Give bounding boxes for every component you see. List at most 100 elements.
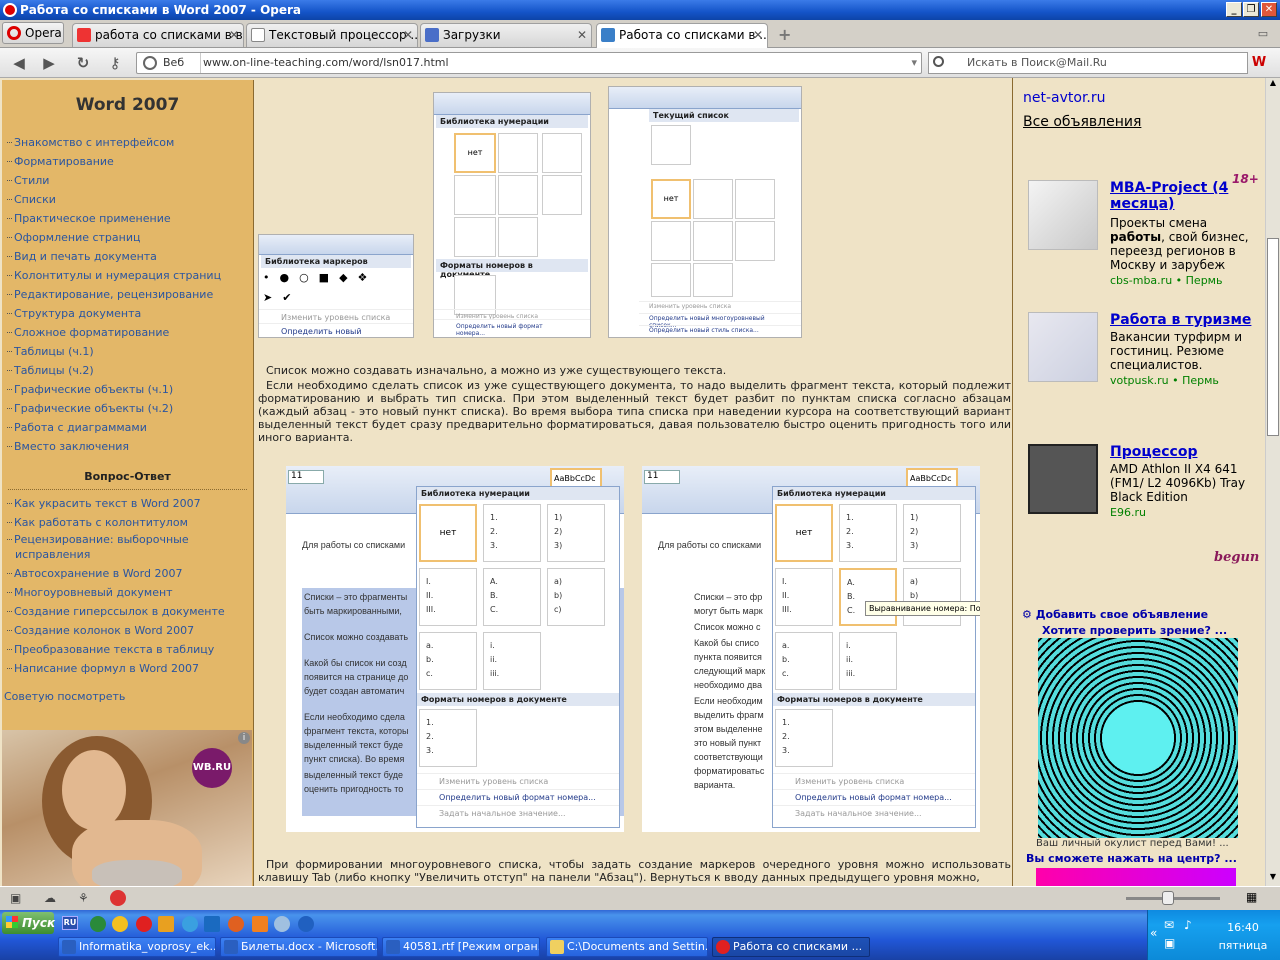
all-ads-link[interactable]: Все объявления — [1023, 114, 1141, 130]
web-badge[interactable]: Веб — [141, 53, 201, 73]
tray-expand-icon[interactable]: « — [1150, 926, 1157, 940]
qa-link[interactable]: Как украсить текст в Word 2007 — [2, 494, 253, 513]
app-icon[interactable] — [274, 916, 290, 932]
task-button[interactable]: Билеты.docx - Microsoft... — [220, 937, 378, 957]
key-icon[interactable]: ⚷ — [106, 54, 124, 72]
forward-icon[interactable]: ▶ — [40, 54, 58, 72]
task-button[interactable]: 40581.rtf [Режим огран... — [382, 937, 540, 957]
nav-link[interactable]: Вместо заключения — [2, 437, 253, 456]
qa-link[interactable]: Создание колонок в Word 2007 — [2, 621, 253, 640]
address-bar[interactable]: Веб www.on-line-teaching.com/word/lsn017… — [136, 52, 922, 74]
ad-banner-bottom[interactable] — [1036, 868, 1236, 886]
banner-ad-image[interactable]: WB.RU i — [2, 730, 252, 886]
ad-processor[interactable]: Процессор AMD Athlon II X4 641 (FM1/ L2 … — [1028, 444, 1258, 524]
url-text[interactable]: www.on-line-teaching.com/word/lsn017.htm… — [203, 53, 449, 73]
nav-link[interactable]: Графические объекты (ч.1) — [2, 380, 253, 399]
ad-title[interactable]: MBA-Project (4 месяца) — [1110, 180, 1258, 212]
vision-question[interactable]: Хотите проверить зрение? ... — [1042, 624, 1227, 637]
network-icon[interactable]: ▣ — [1164, 936, 1175, 950]
view-icon[interactable]: ▦ — [1246, 890, 1257, 904]
net-avtor-link[interactable]: net-avtor.ru — [1023, 90, 1106, 106]
ok-icon[interactable] — [252, 916, 268, 932]
tab-list-icon[interactable]: ▭ — [1254, 25, 1272, 43]
nav-link[interactable]: Сложное форматирование — [2, 323, 253, 342]
mail-icon[interactable]: ✉ — [1164, 918, 1174, 932]
qa-link[interactable]: Написание формул в Word 2007 — [2, 659, 253, 678]
tab-4-active[interactable]: Работа со списками в ... ✕ — [596, 23, 768, 48]
nav-link[interactable]: Работа с диаграммами — [2, 418, 253, 437]
search-input[interactable]: Искать в Поиск@Mail.Ru — [928, 52, 1248, 74]
task-button[interactable]: C:\Documents and Settin... — [546, 937, 708, 957]
close-tab-icon[interactable]: ✕ — [229, 24, 239, 46]
close-button[interactable]: ✕ — [1261, 2, 1277, 17]
ad-mba[interactable]: MBA-Project (4 месяца) Проекты смена раб… — [1028, 180, 1258, 290]
add-ad-link[interactable]: ⚙ Добавить свое объявление — [1022, 608, 1208, 621]
task-button[interactable]: Informatika_voprosy_ek... — [58, 937, 216, 957]
nav-link[interactable]: Списки — [2, 190, 253, 209]
opera-quicklaunch-icon[interactable] — [136, 916, 152, 932]
nav-link[interactable]: Вид и печать документа — [2, 247, 253, 266]
ad-tourism[interactable]: Работа в туризме Вакансии турфирм и гост… — [1028, 312, 1258, 392]
qa-link[interactable]: Многоуровневый документ — [2, 583, 253, 602]
chrome-icon[interactable] — [112, 916, 128, 932]
vision-question-2[interactable]: Вы сможете нажать на центр? ... — [1026, 852, 1237, 865]
close-tab-icon[interactable]: ✕ — [577, 24, 587, 46]
language-indicator[interactable]: RU — [62, 916, 78, 930]
turbo-icon[interactable] — [110, 890, 126, 906]
ad-title[interactable]: Процессор — [1110, 444, 1258, 460]
nav-link[interactable]: Оформление страниц — [2, 228, 253, 247]
cloud-icon[interactable]: ☁ — [44, 891, 56, 905]
app-icon-2[interactable] — [298, 916, 314, 932]
advice-link[interactable]: Советую посмотреть — [2, 690, 253, 703]
nav-link[interactable]: Структура документа — [2, 304, 253, 323]
minimize-button[interactable]: _ — [1226, 2, 1242, 17]
zoom-slider-handle[interactable] — [1162, 891, 1174, 905]
vision-test-image[interactable] — [1038, 638, 1238, 838]
ie-icon[interactable] — [182, 916, 198, 932]
clock[interactable]: 16:40 пятница — [1208, 919, 1278, 955]
scroll-down-icon[interactable]: ▼ — [1267, 872, 1279, 886]
qa-link[interactable]: Преобразование текста в таблицу — [2, 640, 253, 659]
panel-toggle-icon[interactable]: ▣ — [10, 891, 21, 905]
close-tab-icon[interactable]: ✕ — [403, 24, 413, 46]
tool-icon[interactable] — [158, 916, 174, 932]
wand-icon[interactable]: W — [1250, 54, 1268, 72]
begun-logo[interactable]: begun — [1214, 550, 1259, 565]
nav-link[interactable]: Практическое применение — [2, 209, 253, 228]
quicklaunch-icon[interactable] — [90, 916, 106, 932]
qa-link[interactable]: Автосохранение в Word 2007 — [2, 564, 253, 583]
qa-link[interactable]: Рецензирование: выборочные исправления — [2, 532, 253, 562]
word-icon[interactable] — [204, 916, 220, 932]
maximize-button[interactable]: ❐ — [1243, 2, 1259, 17]
close-tab-icon[interactable]: ✕ — [753, 24, 763, 46]
scroll-up-icon[interactable]: ▲ — [1267, 78, 1279, 92]
nav-link[interactable]: Стили — [2, 171, 253, 190]
vision-center[interactable] — [1102, 702, 1174, 774]
nav-link[interactable]: Графические объекты (ч.2) — [2, 399, 253, 418]
tab-2[interactable]: Текстовый процессор ... ✕ — [246, 23, 418, 47]
info-icon[interactable]: i — [238, 732, 250, 744]
scroll-thumb[interactable] — [1267, 238, 1279, 436]
tab-3[interactable]: Загрузки ✕ — [420, 23, 592, 47]
dropdown-icon[interactable]: ▾ — [911, 53, 917, 73]
nav-link[interactable]: Таблицы (ч.1) — [2, 342, 253, 361]
nav-link[interactable]: Таблицы (ч.2) — [2, 361, 253, 380]
new-tab-button[interactable]: + — [778, 25, 791, 44]
nav-link[interactable]: Колонтитулы и нумерация страниц — [2, 266, 253, 285]
nav-link[interactable]: Редактирование, рецензирование — [2, 285, 253, 304]
firefox-icon[interactable] — [228, 916, 244, 932]
ad-title[interactable]: Работа в туризме — [1110, 312, 1258, 328]
vertical-scrollbar[interactable]: ▲ ▼ — [1265, 78, 1280, 886]
tab-1[interactable]: работа со списками в в... ✕ — [72, 23, 244, 47]
back-icon[interactable]: ◀ — [10, 54, 28, 72]
reload-icon[interactable]: ↻ — [74, 54, 92, 72]
task-button-active[interactable]: Работа со списками ... — [712, 937, 870, 957]
nav-link[interactable]: Форматирование — [2, 152, 253, 171]
share-icon[interactable]: ⚘ — [78, 891, 89, 905]
qa-link[interactable]: Как работать с колонтитулом — [2, 513, 253, 532]
nav-link[interactable]: Знакомство с интерфейсом — [2, 133, 253, 152]
qa-link[interactable]: Создание гиперссылок в документе — [2, 602, 253, 621]
volume-icon[interactable]: ♪ — [1184, 918, 1192, 932]
start-button[interactable]: Пуск — [2, 912, 55, 934]
opera-menu-button[interactable]: Opera — [2, 22, 64, 44]
